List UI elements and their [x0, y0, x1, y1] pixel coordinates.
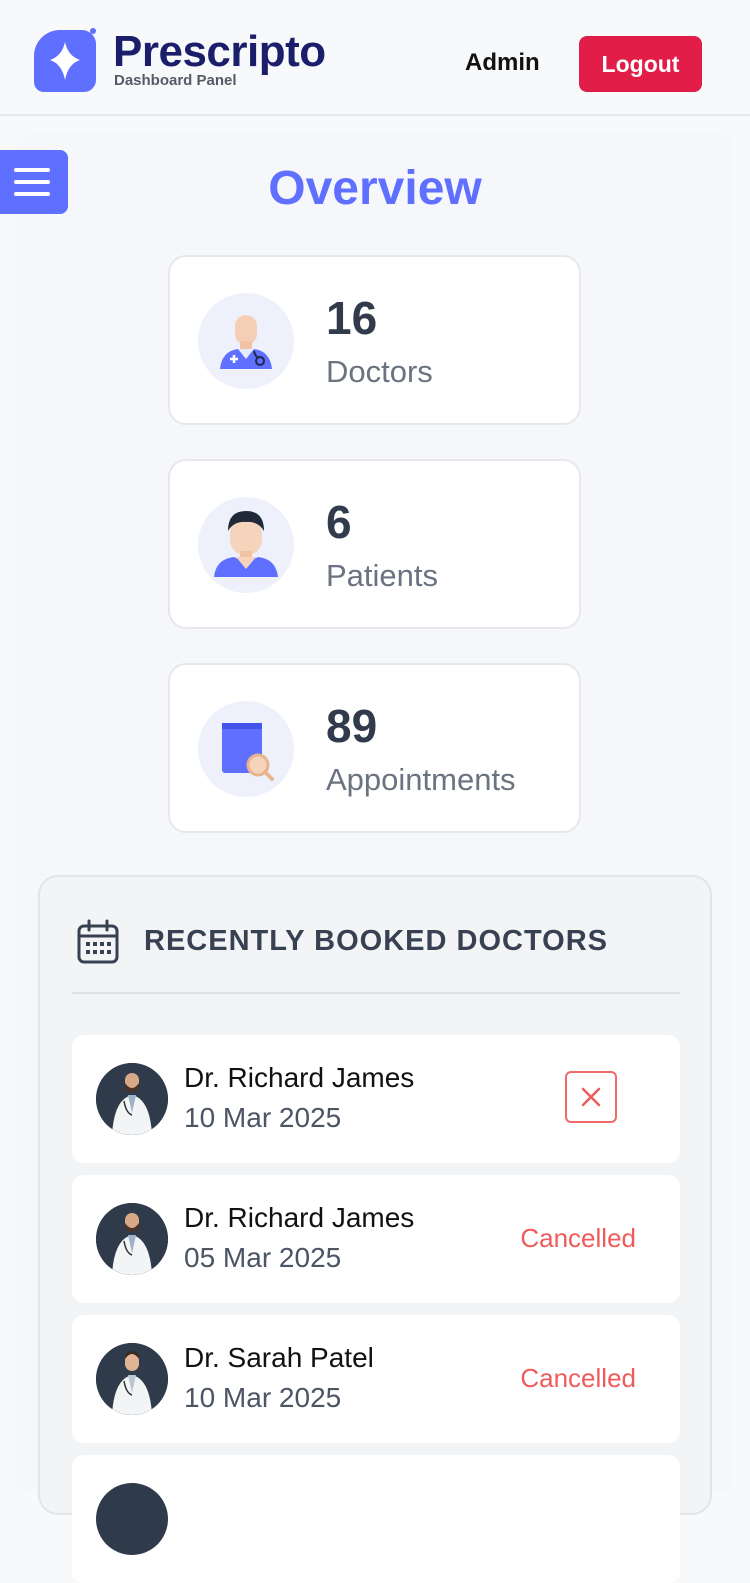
patients-count: 6 [326, 496, 352, 548]
stat-card-doctors: 16 Doctors [168, 255, 581, 425]
booking-row: Dr. Sarah Patel 10 Mar 2025 Cancelled [72, 1315, 680, 1443]
appointment-book-icon [198, 701, 294, 797]
doctor-avatar [96, 1483, 168, 1555]
close-icon [581, 1087, 601, 1107]
booking-date: 10 Mar 2025 [184, 1102, 342, 1133]
booking-row: Dr. Richard James 10 Mar 2025 [72, 1035, 680, 1163]
doctor-name: Dr. Richard James [184, 1062, 415, 1093]
doctors-count: 16 [326, 292, 378, 344]
appointments-count: 89 [326, 700, 378, 752]
status-cancelled: Cancelled [520, 1223, 636, 1253]
booking-date: 10 Mar 2025 [184, 1382, 342, 1413]
booking-date: 05 Mar 2025 [184, 1242, 342, 1273]
brand-name: Prescripto [113, 27, 326, 76]
role-label: Admin [465, 49, 540, 76]
top-header: Prescripto Dashboard Panel Admin Logout [0, 0, 750, 116]
patients-label: Patients [326, 558, 439, 593]
divider [72, 992, 680, 994]
page-title: Overview [268, 162, 482, 215]
calendar-icon [77, 919, 119, 964]
recent-bookings-title: RECENTLY BOOKED DOCTORS [144, 925, 608, 957]
doctor-avatar [96, 1203, 168, 1275]
recent-bookings-panel: RECENTLY BOOKED DOCTORS Dr. Richard Jame… [38, 875, 712, 1583]
doctor-avatar [96, 1063, 168, 1135]
doctor-icon [198, 293, 294, 389]
brand-subtitle: Dashboard Panel [114, 72, 237, 89]
doctors-label: Doctors [326, 354, 433, 389]
status-cancelled: Cancelled [520, 1363, 636, 1393]
doctor-name: Dr. Sarah Patel [184, 1342, 374, 1373]
booking-row: Dr. Richard James 05 Mar 2025 Cancelled [72, 1175, 680, 1303]
doctor-name: Dr. Richard James [184, 1202, 415, 1233]
appointments-label: Appointments [326, 762, 516, 797]
prescripto-logo-icon [34, 28, 96, 92]
booking-row [72, 1455, 680, 1583]
cancel-booking-button[interactable] [565, 1071, 617, 1123]
stat-card-patients: 6 Patients [168, 459, 581, 629]
stat-card-appointments: 89 Appointments [168, 663, 581, 833]
logout-button[interactable]: Logout [579, 36, 702, 92]
doctor-avatar [96, 1343, 168, 1415]
patient-icon [198, 497, 294, 593]
